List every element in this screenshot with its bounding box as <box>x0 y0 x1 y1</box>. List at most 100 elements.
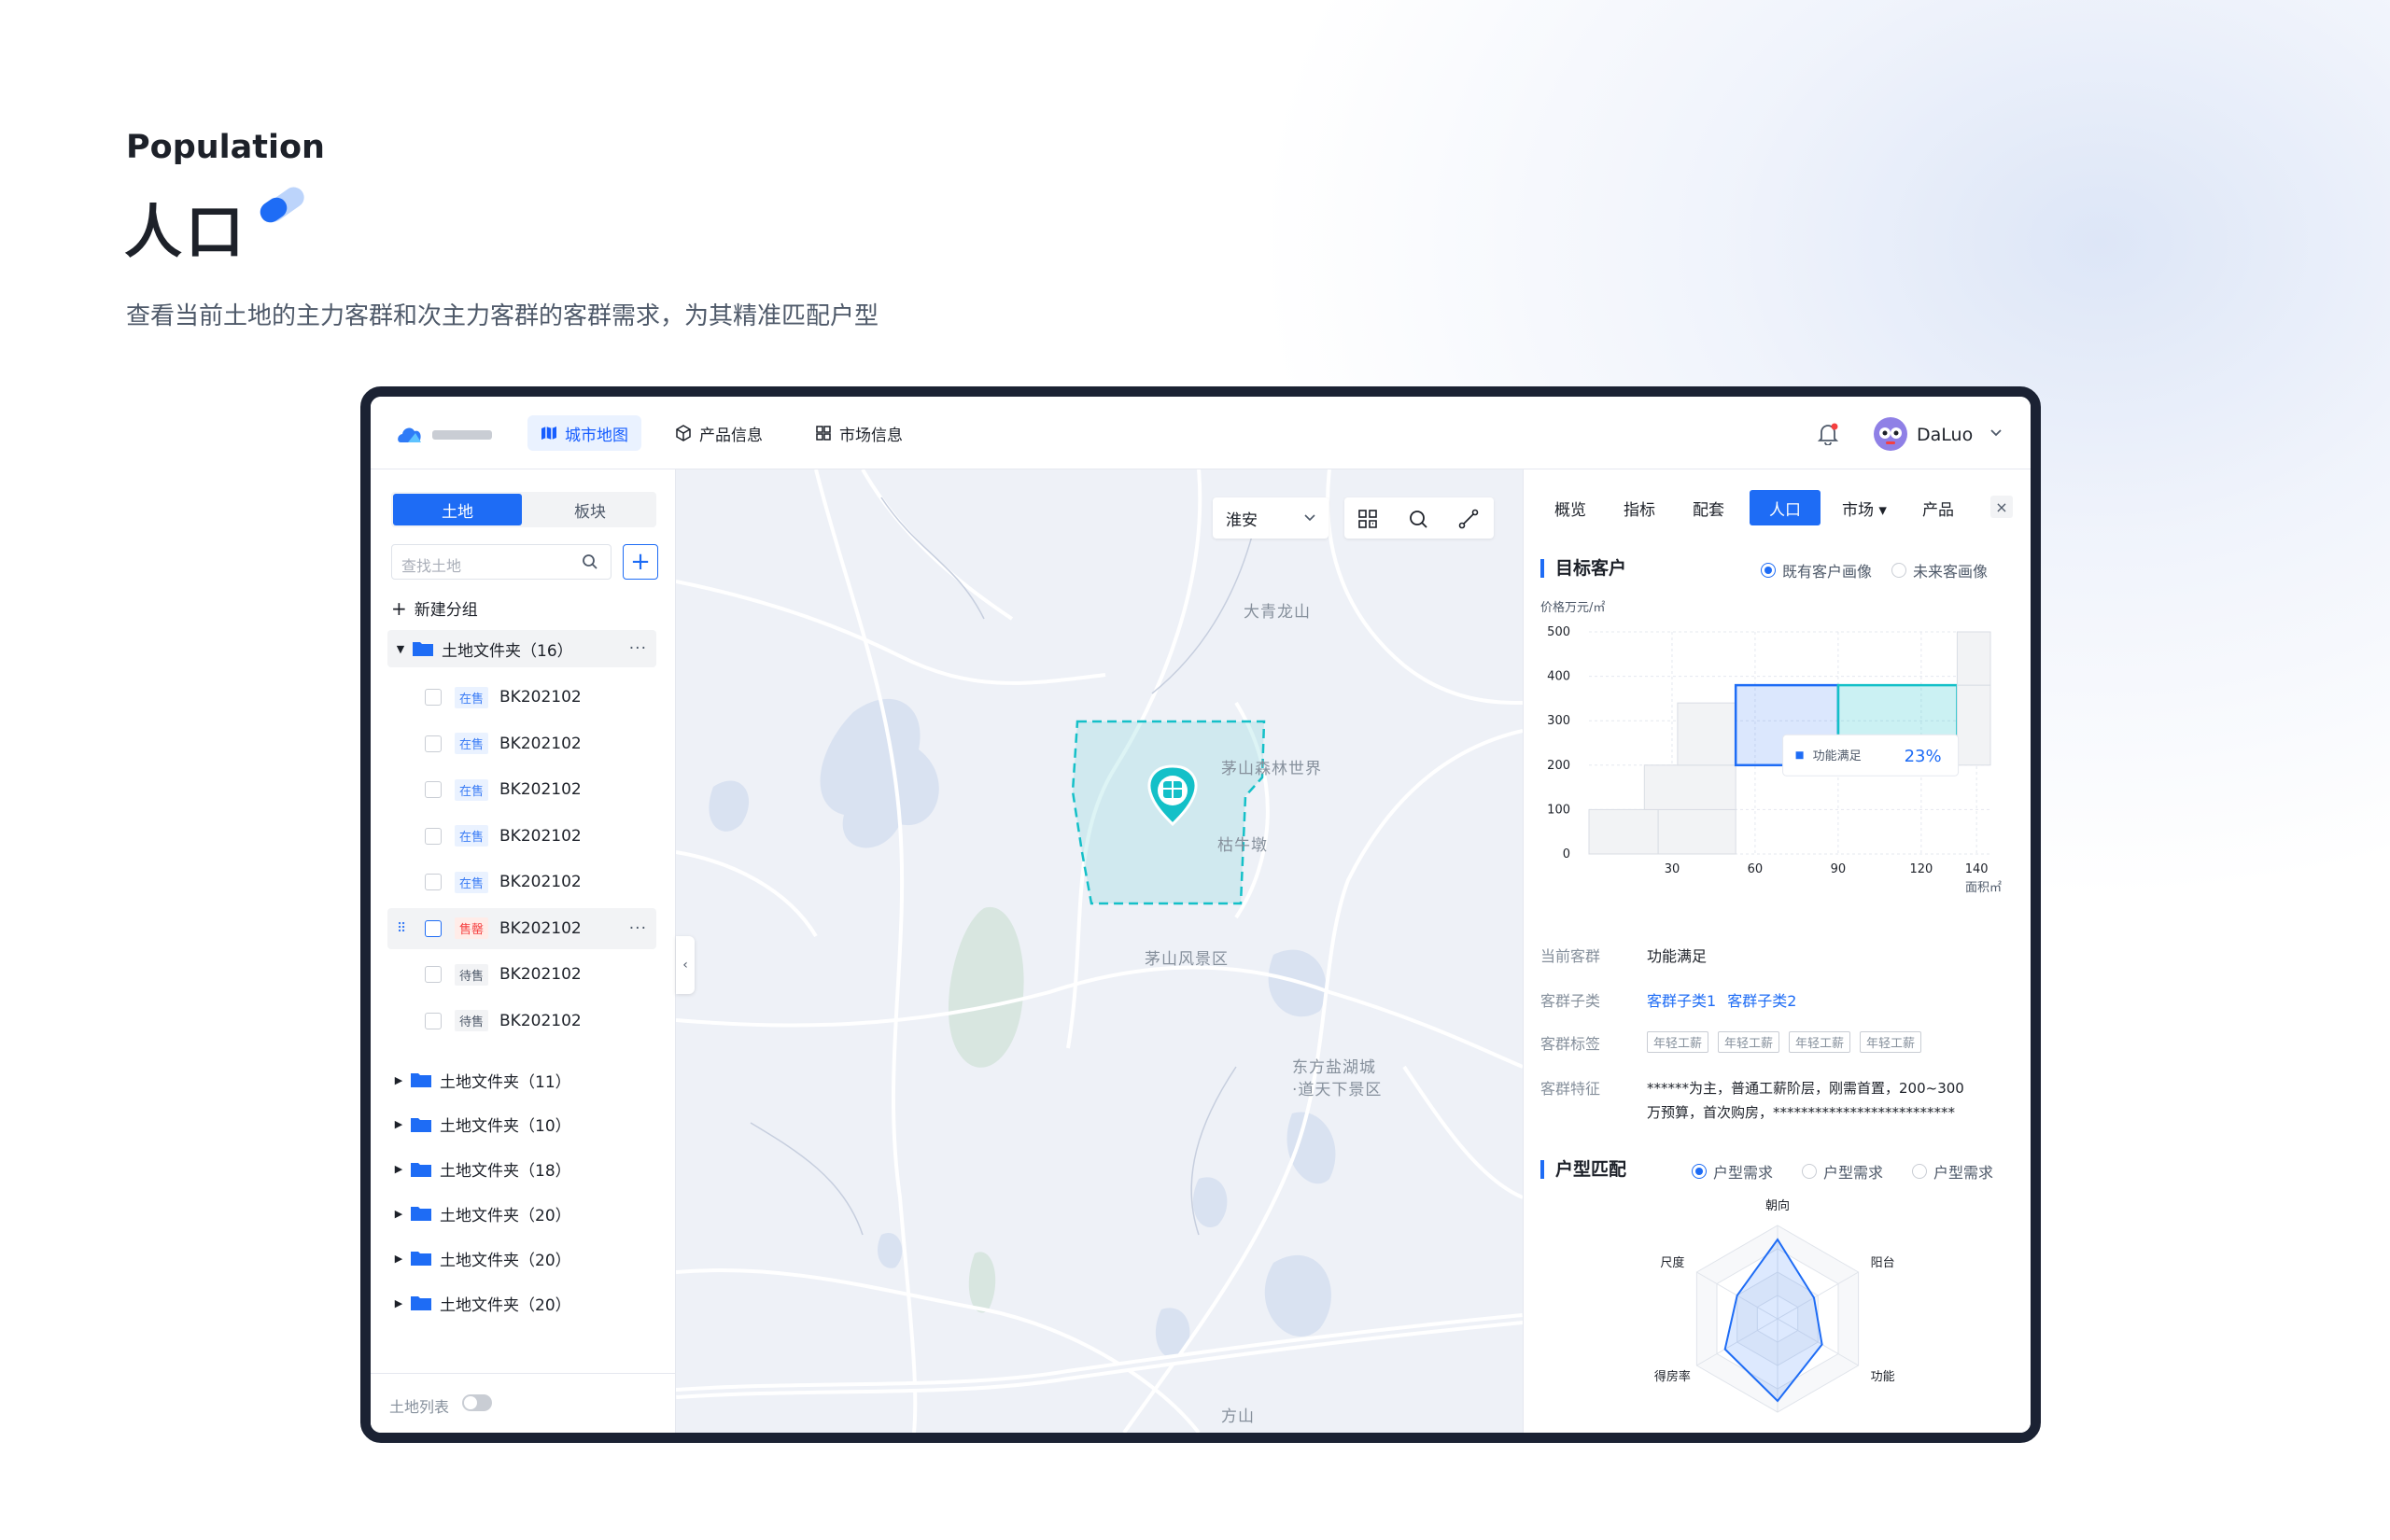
tab-population[interactable]: 人口 <box>1750 490 1821 525</box>
more-icon[interactable]: ··· <box>629 919 647 938</box>
folder-item[interactable]: ▶ 土地文件夹（10） <box>391 1106 681 1143</box>
land-item[interactable]: 在售 BK202102 <box>387 769 656 810</box>
land-checkbox[interactable] <box>425 1012 442 1029</box>
tab-product[interactable]: 产品 <box>1914 490 1962 525</box>
radio-future-customers[interactable]: 未来客画像 <box>1891 559 1988 581</box>
land-item[interactable]: 在售 BK202102 <box>387 816 656 857</box>
tab-overview[interactable]: 概览 <box>1546 490 1595 525</box>
radar-axis-label: 得房率 <box>1654 1369 1691 1384</box>
subtype-label: 客群子类 <box>1540 992 1601 1010</box>
land-plate-switch: 土地 板块 <box>391 492 656 527</box>
collapse-panel-button[interactable]: ‹ <box>676 936 695 994</box>
city-select[interactable]: 淮安 <box>1213 497 1329 539</box>
land-checkbox[interactable] <box>425 735 442 752</box>
land-checkbox[interactable] <box>425 966 442 983</box>
heatmap-cell <box>1677 702 1736 766</box>
folder-label: 土地文件夹（16） <box>442 641 573 661</box>
new-group-label: 新建分组 <box>414 601 478 620</box>
folder-icon <box>411 1162 431 1177</box>
customer-tag: 年轻工薪 <box>1718 1031 1780 1053</box>
land-code: BK202102 <box>499 918 582 938</box>
current-group-label: 当前客群 <box>1540 947 1601 965</box>
caret-right-icon: ▶ <box>394 1073 403 1086</box>
land-item[interactable]: 待售 BK202102 <box>387 954 656 995</box>
segment-plate[interactable]: 板块 <box>526 494 654 525</box>
radio-future-customers-label: 未来客画像 <box>1913 563 1989 581</box>
tab-indicators[interactable]: 指标 <box>1615 490 1664 525</box>
land-code: BK202102 <box>499 965 582 984</box>
map-icon <box>541 427 556 440</box>
radio-unit-demand-1[interactable]: 户型需求 <box>1692 1160 1773 1183</box>
chevron-down-icon[interactable] <box>1989 428 2003 438</box>
folder-label: 土地文件夹（10） <box>440 1117 571 1137</box>
land-code: BK202102 <box>499 688 582 707</box>
nav-market-info[interactable]: 市场信息 <box>802 415 916 451</box>
cube-icon <box>676 425 691 441</box>
drag-handle-icon[interactable]: ⠿ <box>397 921 406 936</box>
tab-facilities[interactable]: 配套 <box>1684 490 1733 525</box>
bell-icon[interactable] <box>1818 423 1838 445</box>
nav-product-info[interactable]: 产品信息 <box>662 415 776 451</box>
status-badge: 在售 <box>455 871 489 893</box>
land-checkbox[interactable] <box>425 874 442 890</box>
folder-open[interactable]: ▼ 土地文件夹（16） ··· <box>387 630 656 667</box>
radar-axis-label: 尺度 <box>1660 1255 1684 1270</box>
customer-tag: 年轻工薪 <box>1647 1031 1709 1053</box>
radio-unit-demand-2[interactable]: 户型需求 <box>1802 1160 1883 1183</box>
chevron-down-icon <box>1304 514 1315 522</box>
radio-existing-customers[interactable]: 既有客户画像 <box>1761 559 1872 581</box>
add-land-button[interactable]: + <box>623 544 658 580</box>
folder-item[interactable]: ▶ 土地文件夹（20） <box>391 1195 681 1232</box>
feature-line: 万预算，首次购房，************************** <box>1647 1104 1956 1121</box>
x-tick-label: 30 <box>1665 862 1680 876</box>
subtype-link[interactable]: 客群子类2 <box>1727 992 1796 1010</box>
subtype-links: 客群子类1 客群子类2 <box>1647 988 1807 1011</box>
subtype-link[interactable]: 客群子类1 <box>1647 992 1716 1010</box>
radio-unit-demand-3[interactable]: 户型需求 <box>1912 1160 1993 1183</box>
heatmap-cell <box>1956 684 1991 766</box>
land-checkbox[interactable] <box>425 689 442 706</box>
folder-item[interactable]: ▶ 土地文件夹（18） <box>391 1151 681 1188</box>
avatar[interactable] <box>1874 417 1907 451</box>
segment-land[interactable]: 土地 <box>393 494 522 525</box>
close-icon[interactable]: × <box>1990 496 2013 518</box>
current-group-value: 功能满足 <box>1647 947 1708 965</box>
radio-unit-demand-label: 户型需求 <box>1933 1164 1994 1182</box>
search-icon[interactable] <box>1408 509 1428 529</box>
folder-label: 土地文件夹（20） <box>440 1251 571 1270</box>
qr-grid-icon[interactable] <box>1357 509 1378 529</box>
land-search-input[interactable]: 查找土地 <box>391 544 612 580</box>
folder-label: 土地文件夹（20） <box>440 1206 571 1225</box>
radio-unit-demand-label: 户型需求 <box>1823 1164 1884 1182</box>
username[interactable]: DaLuo <box>1917 425 1973 445</box>
search-icon[interactable] <box>582 553 598 570</box>
land-list-toggle[interactable] <box>462 1394 492 1411</box>
price-area-chart: 价格万元/㎡ 0 100 200 300 400 500 30 60 90 120 140 面积㎡ 功能满… <box>1540 600 2002 895</box>
more-icon[interactable]: ··· <box>629 639 647 658</box>
city-map[interactable]: 淮安 大青龙山 茅山森林世界 枯牛墩 茅山风景区 东方盐湖城 ·道天下景区 方山 <box>676 469 1523 1433</box>
map-label: 茅山森林世界 <box>1221 760 1322 778</box>
status-badge: 在售 <box>455 686 489 708</box>
customer-tag: 年轻工薪 <box>1860 1031 1922 1053</box>
folder-item[interactable]: ▶ 土地文件夹（20） <box>391 1239 681 1277</box>
nav-city-map[interactable]: 城市地图 <box>527 415 641 451</box>
folder-icon <box>413 642 433 656</box>
measure-icon[interactable] <box>1458 509 1479 529</box>
land-item[interactable]: 在售 BK202102 <box>387 861 656 903</box>
land-checkbox[interactable] <box>425 919 442 937</box>
hero-title-cn: 人口 <box>124 198 248 266</box>
land-checkbox[interactable] <box>425 781 442 798</box>
land-checkbox[interactable] <box>425 827 442 845</box>
y-tick-label: 500 <box>1547 625 1570 639</box>
land-item[interactable]: 在售 BK202102 <box>387 677 656 718</box>
land-item[interactable]: ⠿ 售罄 BK202102 ··· <box>387 907 656 949</box>
folder-item[interactable]: ▶ 土地文件夹（11） <box>391 1061 681 1099</box>
folder-icon <box>411 1252 431 1267</box>
city-select-value: 淮安 <box>1226 511 1258 530</box>
land-item[interactable]: 在售 BK202102 <box>387 723 656 764</box>
new-group-button[interactable]: + 新建分组 <box>391 596 478 620</box>
folder-item[interactable]: ▶ 土地文件夹（20） <box>391 1284 681 1322</box>
land-item[interactable]: 待售 BK202102 <box>387 1001 656 1042</box>
tab-market[interactable]: 市场 ▾ <box>1832 490 1897 525</box>
unit-match-title: 户型匹配 <box>1540 1160 1626 1179</box>
